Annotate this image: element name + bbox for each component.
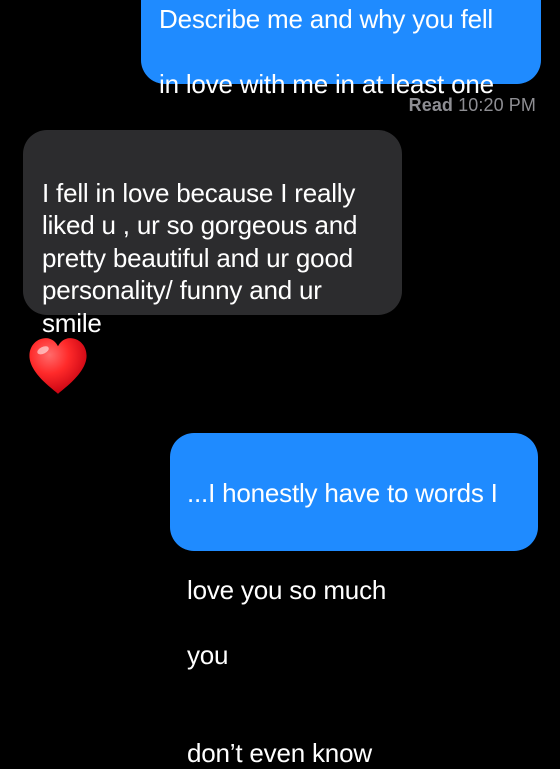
heart-icon bbox=[29, 338, 87, 394]
heart-emoji-icon[interactable] bbox=[24, 334, 92, 402]
redaction-scribble bbox=[187, 608, 245, 637]
sent-message-bubble-top[interactable]: Describe me and why you fell in love wit… bbox=[141, 0, 541, 164]
message-line: don’t even know bbox=[187, 737, 372, 768]
sent-message-bubble-bottom[interactable]: ...I honestly have to words I love you s… bbox=[170, 433, 538, 768]
received-message-bubble[interactable]: I fell in love because I really liked u … bbox=[23, 130, 402, 338]
message-line: ...I honestly have to words I bbox=[187, 477, 498, 508]
read-time: 10:20 PM bbox=[458, 95, 536, 115]
received-message-text: I fell in love because I really liked u … bbox=[42, 177, 358, 338]
read-receipt: Read 10:20 PM bbox=[409, 95, 536, 116]
message-line: love you so much bbox=[187, 575, 387, 605]
read-label: Read bbox=[408, 95, 454, 115]
message-line: Describe me and why you fell bbox=[159, 3, 493, 34]
message-line: you bbox=[187, 640, 229, 670]
